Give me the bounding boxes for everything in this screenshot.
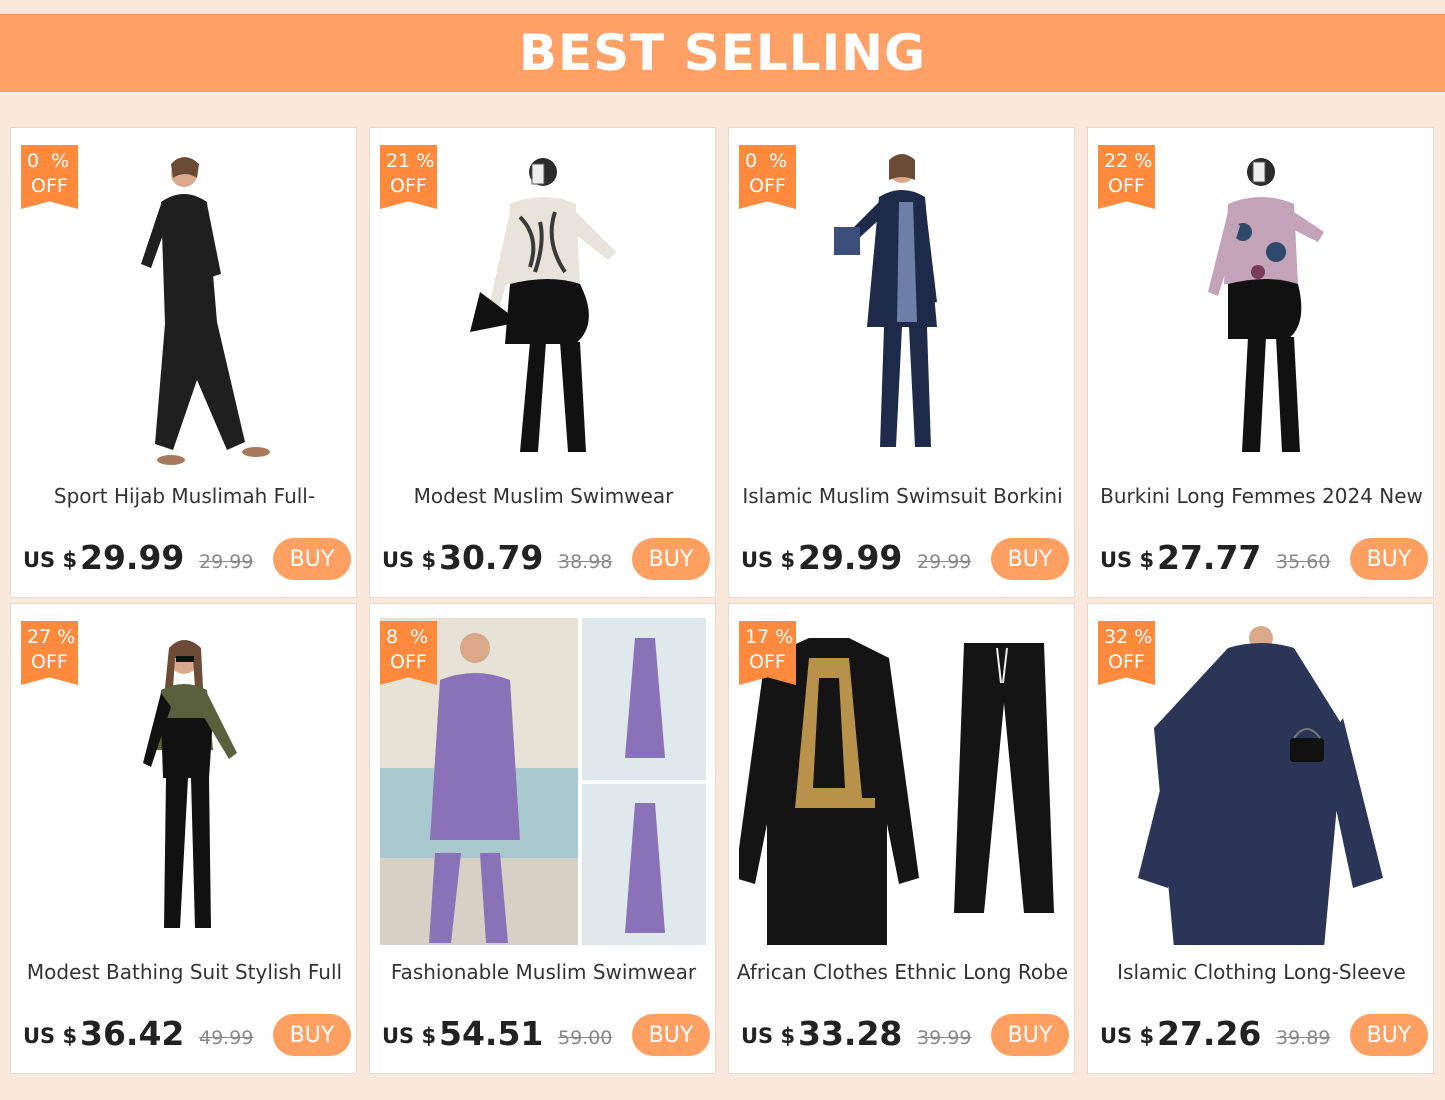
original-price: 39.89 bbox=[1276, 1027, 1331, 1049]
discount-off-label: OFF bbox=[749, 651, 786, 673]
original-price: 35.60 bbox=[1276, 551, 1331, 573]
price-row: US $ 27.77 35.60 BUY bbox=[1100, 538, 1430, 582]
discount-off-label: OFF bbox=[1108, 651, 1145, 673]
discount-percent: 32 % bbox=[1104, 626, 1153, 648]
discount-percent: 0 % bbox=[27, 150, 70, 172]
buy-button[interactable]: BUY bbox=[632, 538, 710, 580]
discount-badge: 0 % OFF bbox=[21, 145, 78, 209]
discount-badge: 21 % OFF bbox=[380, 145, 437, 209]
original-price: 59.00 bbox=[558, 1027, 613, 1049]
current-price: 30.79 bbox=[439, 538, 544, 577]
product-card[interactable]: 0 % OFF Sport Hijab Muslimah Full- US $ … bbox=[10, 127, 357, 598]
discount-percent: 21 % bbox=[386, 150, 435, 172]
product-card[interactable]: 27 % OFF Modest Bathing Suit Stylish Ful… bbox=[10, 603, 357, 1074]
current-price: 29.99 bbox=[798, 538, 903, 577]
buy-button[interactable]: BUY bbox=[991, 538, 1069, 580]
buy-button[interactable]: BUY bbox=[1350, 538, 1428, 580]
currency-label: US $ bbox=[1100, 1024, 1155, 1048]
discount-badge: 8 % OFF bbox=[380, 621, 437, 685]
currency-label: US $ bbox=[23, 1024, 78, 1048]
product-title[interactable]: African Clothes Ethnic Long Robe bbox=[729, 960, 1076, 984]
original-price: 39.99 bbox=[917, 1027, 972, 1049]
price-row: US $ 29.99 29.99 BUY bbox=[741, 538, 1071, 582]
product-title[interactable]: Islamic Muslim Swimsuit Borkini bbox=[729, 484, 1076, 508]
discount-percent: 27 % bbox=[27, 626, 76, 648]
product-card[interactable]: 8 % OFF Fashionable Muslim Swimwear US $… bbox=[369, 603, 716, 1074]
product-card[interactable]: 22 % OFF Burkini Long Femmes 2024 New US… bbox=[1087, 127, 1434, 598]
original-price: 38.98 bbox=[558, 551, 613, 573]
product-card[interactable]: 17 % OFF African Clothes Ethnic Long Rob… bbox=[728, 603, 1075, 1074]
buy-button[interactable]: BUY bbox=[273, 1014, 351, 1056]
product-title[interactable]: Fashionable Muslim Swimwear bbox=[370, 960, 717, 984]
product-card[interactable]: 32 % OFF Islamic Clothing Long-Sleeve US… bbox=[1087, 603, 1434, 1074]
buy-button[interactable]: BUY bbox=[632, 1014, 710, 1056]
discount-percent: 17 % bbox=[745, 626, 794, 648]
price-row: US $ 27.26 39.89 BUY bbox=[1100, 1014, 1430, 1058]
discount-badge: 0 % OFF bbox=[739, 145, 796, 209]
discount-percent: 8 % bbox=[386, 626, 429, 648]
current-price: 33.28 bbox=[798, 1014, 903, 1053]
discount-percent: 22 % bbox=[1104, 150, 1153, 172]
currency-label: US $ bbox=[382, 1024, 437, 1048]
buy-button[interactable]: BUY bbox=[273, 538, 351, 580]
current-price: 27.26 bbox=[1157, 1014, 1262, 1053]
discount-off-label: OFF bbox=[31, 651, 68, 673]
original-price: 29.99 bbox=[199, 551, 254, 573]
product-title[interactable]: Islamic Clothing Long-Sleeve bbox=[1088, 960, 1435, 984]
price-row: US $ 36.42 49.99 BUY bbox=[23, 1014, 353, 1058]
discount-badge: 17 % OFF bbox=[739, 621, 796, 685]
currency-label: US $ bbox=[23, 548, 78, 572]
current-price: 27.77 bbox=[1157, 538, 1262, 577]
discount-off-label: OFF bbox=[390, 175, 427, 197]
product-title[interactable]: Burkini Long Femmes 2024 New bbox=[1088, 484, 1435, 508]
discount-badge: 22 % OFF bbox=[1098, 145, 1155, 209]
original-price: 29.99 bbox=[917, 551, 972, 573]
currency-label: US $ bbox=[382, 548, 437, 572]
current-price: 29.99 bbox=[80, 538, 185, 577]
current-price: 54.51 bbox=[439, 1014, 544, 1053]
buy-button[interactable]: BUY bbox=[1350, 1014, 1428, 1056]
price-row: US $ 54.51 59.00 BUY bbox=[382, 1014, 712, 1058]
product-grid: 0 % OFF Sport Hijab Muslimah Full- US $ … bbox=[0, 0, 1445, 1100]
discount-off-label: OFF bbox=[1108, 175, 1145, 197]
product-title[interactable]: Modest Bathing Suit Stylish Full bbox=[11, 960, 358, 984]
original-price: 49.99 bbox=[199, 1027, 254, 1049]
product-title[interactable]: Modest Muslim Swimwear bbox=[370, 484, 717, 508]
current-price: 36.42 bbox=[80, 1014, 185, 1053]
discount-badge: 27 % OFF bbox=[21, 621, 78, 685]
price-row: US $ 29.99 29.99 BUY bbox=[23, 538, 353, 582]
price-row: US $ 30.79 38.98 BUY bbox=[382, 538, 712, 582]
buy-button[interactable]: BUY bbox=[991, 1014, 1069, 1056]
currency-label: US $ bbox=[741, 1024, 796, 1048]
discount-percent: 0 % bbox=[745, 150, 788, 172]
product-card[interactable]: 21 % OFF Modest Muslim Swimwear US $ 30.… bbox=[369, 127, 716, 598]
discount-off-label: OFF bbox=[749, 175, 786, 197]
discount-badge: 32 % OFF bbox=[1098, 621, 1155, 685]
product-card[interactable]: 0 % OFF Islamic Muslim Swimsuit Borkini … bbox=[728, 127, 1075, 598]
discount-off-label: OFF bbox=[31, 175, 68, 197]
price-row: US $ 33.28 39.99 BUY bbox=[741, 1014, 1071, 1058]
discount-off-label: OFF bbox=[390, 651, 427, 673]
currency-label: US $ bbox=[1100, 548, 1155, 572]
product-title[interactable]: Sport Hijab Muslimah Full- bbox=[11, 484, 358, 508]
currency-label: US $ bbox=[741, 548, 796, 572]
